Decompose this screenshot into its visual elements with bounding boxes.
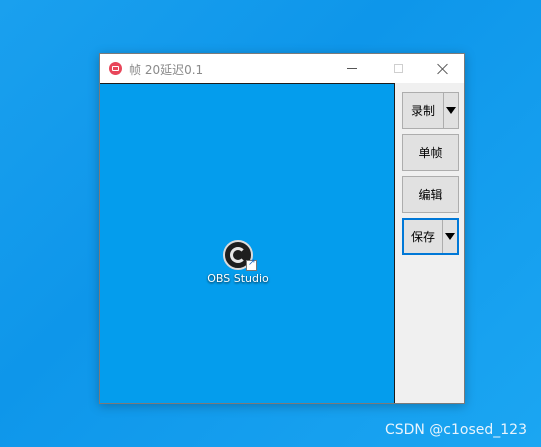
edit-button[interactable]: 编辑 — [402, 176, 459, 213]
shortcut-arrow-icon — [246, 258, 257, 271]
window-title: 帧 20延迟0.1 — [129, 63, 204, 77]
dropdown-arrow-icon — [446, 107, 456, 114]
frame-capture-window: 帧 20延迟0.1 OBS Studio 录制 单帧 编辑 保存 — [99, 53, 465, 404]
record-button-label: 录制 — [410, 104, 435, 118]
single-frame-button-label: 单帧 — [418, 146, 443, 160]
save-button-label: 保存 — [410, 230, 435, 244]
obs-studio-icon — [223, 240, 257, 271]
maximize-icon — [393, 64, 403, 73]
minimize-button[interactable] — [329, 54, 375, 83]
title-bar[interactable]: 帧 20延迟0.1 — [100, 54, 464, 83]
record-button[interactable]: 录制 — [402, 92, 459, 129]
minimize-icon — [347, 68, 357, 69]
edit-button-label: 编辑 — [418, 188, 443, 202]
close-icon — [437, 63, 449, 75]
single-frame-button[interactable]: 单帧 — [402, 134, 459, 171]
save-dropdown-toggle[interactable] — [442, 220, 457, 253]
camera-app-icon — [109, 62, 122, 75]
record-dropdown-toggle[interactable] — [443, 93, 458, 128]
save-button[interactable]: 保存 — [402, 218, 459, 255]
dropdown-arrow-icon — [445, 233, 455, 240]
capture-region[interactable]: OBS Studio — [100, 83, 395, 403]
close-button[interactable] — [420, 54, 466, 83]
desktop-shortcut-obs-studio[interactable]: OBS Studio — [198, 240, 278, 285]
desktop-shortcut-label: OBS Studio — [207, 272, 269, 285]
watermark: CSDN @c1osed_123 — [384, 422, 527, 438]
maximize-button[interactable] — [375, 54, 421, 83]
